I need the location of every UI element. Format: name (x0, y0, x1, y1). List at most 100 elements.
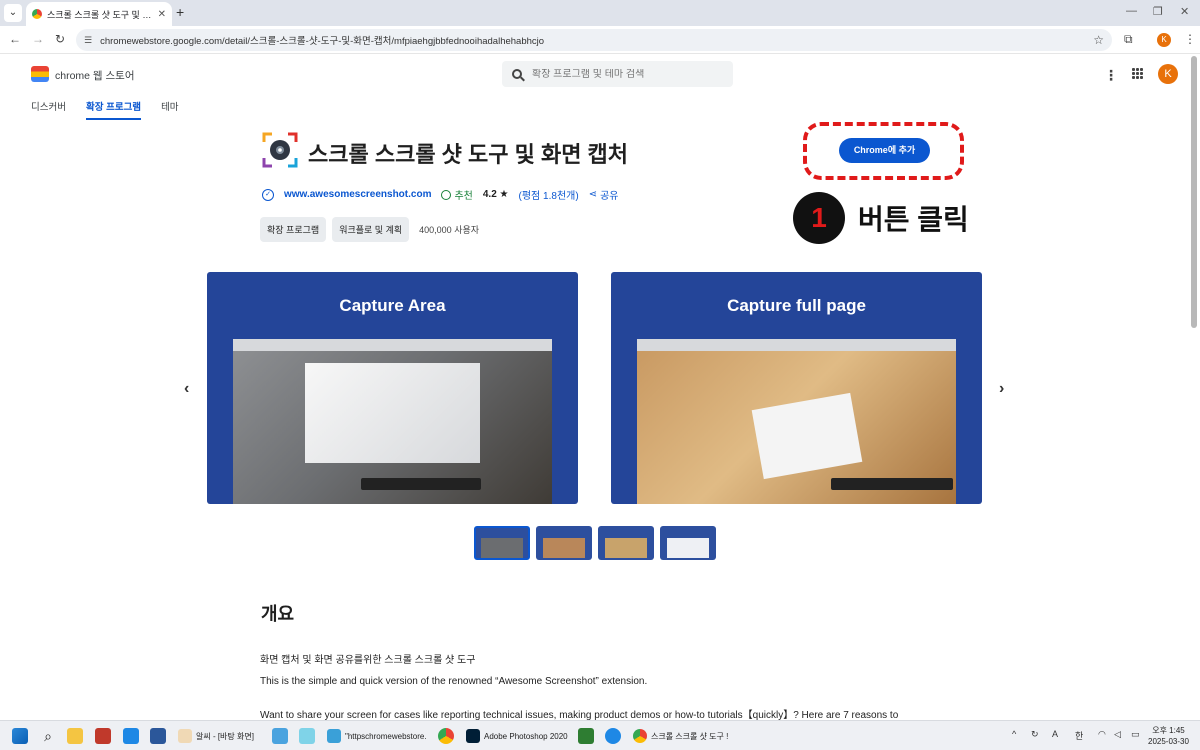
alsee-icon (178, 729, 192, 743)
close-icon[interactable]: ✕ (158, 9, 166, 20)
webstore-favicon-icon (32, 9, 42, 19)
filezilla-icon[interactable] (95, 728, 111, 744)
search-icon (512, 69, 522, 79)
file-explorer-icon[interactable] (67, 728, 83, 744)
screenshot-slide-1[interactable]: Capture Area (207, 272, 578, 504)
taskbar-item-label: 스크롤 스크롤 샷 도구 ! (651, 731, 729, 741)
thumbnail-3[interactable] (598, 526, 654, 560)
taskbar-item-label: Adobe Photoshop 2020 (484, 731, 568, 741)
slide-image (233, 339, 552, 504)
app-icon[interactable] (299, 728, 315, 744)
add-to-chrome-button[interactable]: Chrome에 추가 (839, 138, 930, 163)
tab-discover[interactable]: 디스커버 (31, 99, 66, 120)
share-label: 공유 (600, 191, 619, 202)
chrome-icon (633, 729, 647, 743)
profile-avatar[interactable]: K (1157, 33, 1171, 47)
pen-icon[interactable]: A (1052, 729, 1058, 739)
url-text: chromewebstore.google.com/detail/스크롤-스크롤… (100, 36, 545, 47)
tray-expand-icon[interactable]: ^ (1012, 729, 1016, 739)
step-instruction: 버튼 클릭 (858, 204, 969, 235)
word-icon[interactable] (150, 728, 166, 744)
more-options-icon[interactable]: ⋮ (1104, 67, 1118, 84)
taskbar-item-photoshop[interactable]: Adobe Photoshop 2020 (466, 726, 568, 746)
volume-icon[interactable]: ◁ (1114, 729, 1121, 740)
tab-themes[interactable]: 테마 (161, 99, 178, 120)
tab-extensions[interactable]: 확장 프로그램 (85, 99, 142, 120)
overview-heading: 개요 (261, 604, 295, 624)
clock-date: 2025-03-30 (1148, 737, 1189, 746)
photoshop-icon (466, 729, 480, 743)
category-chips: 확장 프로그램 워크플로 및 계획 400,000 사용자 (260, 217, 479, 242)
extension-meta: ✓ www.awesomescreenshot.com 추천 4.2 ★ (평점… (262, 187, 618, 202)
extensions-icon[interactable]: ⧉ (1124, 32, 1133, 47)
chip-extensions[interactable]: 확장 프로그램 (260, 217, 327, 242)
thumbnail-1[interactable] (474, 526, 530, 560)
search-icon[interactable]: ⌕ (40, 728, 56, 744)
share-icon: ⋖ (588, 189, 598, 200)
description-line-3: Want to share your screen for cases like… (260, 710, 899, 721)
close-window-icon[interactable]: ✕ (1180, 5, 1189, 18)
minimize-icon[interactable]: — (1126, 5, 1137, 17)
thumbnail-4[interactable] (660, 526, 716, 560)
carousel-prev-icon[interactable]: ‹ (184, 380, 189, 398)
forward-icon[interactable]: → (32, 32, 44, 46)
featured-label: 추천 (454, 191, 473, 202)
featured-icon (441, 189, 452, 200)
search-box[interactable] (502, 61, 733, 87)
reviews-link[interactable]: (평점 1.8천개) (519, 187, 579, 202)
taskbar-item-label: "httpschromewebstore. (345, 731, 427, 741)
app-icon[interactable] (272, 728, 288, 744)
webstore-logo-icon[interactable] (31, 66, 49, 82)
screenshot-slide-2[interactable]: Capture full page (611, 272, 982, 504)
featured-badge[interactable]: 추천 (441, 187, 473, 202)
search-input[interactable] (532, 68, 712, 80)
taskbar-item-alsee[interactable]: 알씨 - [바탕 화면] (178, 726, 254, 746)
verified-icon: ✓ (262, 188, 274, 201)
tab-strip: ⌄ 스크롤 스크롤 샷 도구 및 화면 ✕ + — ❐ ✕ (0, 0, 1200, 26)
tab-search-icon[interactable]: ⌄ (4, 4, 22, 22)
apps-grid-icon[interactable] (1132, 68, 1143, 79)
carousel-next-icon[interactable]: › (999, 380, 1004, 398)
back-icon[interactable]: ← (9, 32, 21, 46)
clock-time: 오후 1:45 (1152, 726, 1185, 735)
site-info-icon[interactable]: ☰ (84, 35, 92, 46)
store-nav: 디스커버 확장 프로그램 테마 (31, 99, 179, 120)
ime-language[interactable]: 한 (1075, 729, 1083, 742)
browser-tab[interactable]: 스크롤 스크롤 샷 도구 및 화면 ✕ (26, 2, 172, 26)
chip-workflow[interactable]: 워크플로 및 계획 (332, 217, 410, 242)
rating-value: 4.2 ★ (482, 189, 509, 200)
carousel-thumbnails (474, 526, 716, 560)
slide-title: Capture Area (339, 296, 446, 315)
thumbnail-2[interactable] (536, 526, 592, 560)
capture-toolbar-graphic (831, 478, 953, 490)
share-button[interactable]: ⋖ 공유 (589, 187, 619, 202)
taskbar-item-notepad[interactable]: "httpschromewebstore. (327, 726, 427, 746)
browser-menu-icon[interactable]: ⋮ (1184, 32, 1196, 46)
system-clock[interactable]: 오후 1:45 2025-03-30 (1148, 725, 1189, 747)
account-avatar[interactable]: K (1158, 64, 1178, 84)
taskbar-item-label: 알씨 - [바탕 화면] (196, 731, 254, 741)
notepad-icon (327, 729, 341, 743)
edge-icon[interactable] (605, 728, 621, 744)
chrome-icon[interactable] (438, 728, 454, 744)
dreamweaver-icon[interactable] (578, 728, 594, 744)
store-name[interactable]: chrome 웹 스토어 (55, 68, 135, 83)
user-count: 400,000 사용자 (419, 225, 480, 235)
reload-icon[interactable]: ↻ (55, 32, 65, 46)
website-link[interactable]: www.awesomescreenshot.com (284, 189, 431, 200)
battery-icon[interactable]: ▭ (1131, 729, 1140, 740)
address-bar[interactable]: ☰ chromewebstore.google.com/detail/스크롤-스… (76, 29, 1112, 51)
description-line-1: 화면 캡처 및 화면 공유를위한 스크롤 스크롤 샷 도구 (260, 655, 476, 666)
capture-toolbar-graphic (361, 478, 481, 490)
new-tab-icon[interactable]: + (176, 4, 184, 20)
taskbar-item-chrome-window[interactable]: 스크롤 스크롤 샷 도구 ! (633, 726, 728, 746)
step-number-badge: 1 (793, 192, 845, 244)
sync-icon[interactable]: ↻ (1031, 729, 1039, 740)
restore-icon[interactable]: ❐ (1153, 5, 1163, 18)
wifi-icon[interactable]: ◠ (1098, 729, 1106, 740)
tab-title: 스크롤 스크롤 샷 도구 및 화면 (47, 9, 153, 20)
start-icon[interactable] (12, 728, 28, 744)
app-icon[interactable] (123, 728, 139, 744)
bookmark-star-icon[interactable]: ☆ (1093, 33, 1104, 47)
page-scrollbar[interactable] (1191, 56, 1197, 328)
